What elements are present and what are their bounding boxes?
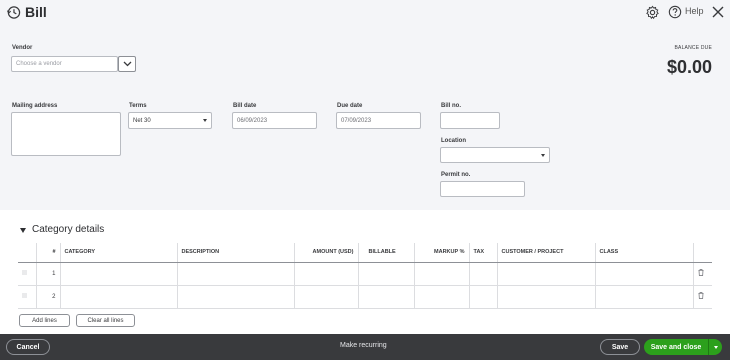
bill-date-label: Bill date <box>233 103 257 109</box>
delete-col-header <box>692 243 712 263</box>
add-lines-button[interactable]: Add lines <box>19 314 70 327</box>
make-recurring-link[interactable]: Make recurring <box>340 342 387 349</box>
bill-date-value: 06/09/2023 <box>237 117 268 124</box>
history-icon[interactable] <box>6 5 21 20</box>
cancel-button[interactable]: Cancel <box>6 339 50 355</box>
bill-date-input[interactable]: 06/09/2023 <box>232 112 317 129</box>
vendor-placeholder: Choose a vendor <box>16 61 62 67</box>
top-bar: Bill Help <box>0 0 730 28</box>
due-date-input[interactable]: 07/09/2023 <box>336 112 421 129</box>
terms-value: Net 30 <box>133 117 151 124</box>
permit-no-input[interactable] <box>440 181 525 197</box>
billable-cell[interactable] <box>357 285 414 309</box>
save-and-close-button[interactable]: Save and close <box>644 339 722 355</box>
column-header: AMOUNT (USD) <box>293 243 358 263</box>
vendor-input[interactable]: Choose a vendor <box>11 56 118 72</box>
caret-down-icon <box>541 154 545 157</box>
row-number: 2 <box>35 285 60 309</box>
drag-handle-icon[interactable] <box>22 293 27 298</box>
vendor-dropdown-button[interactable] <box>118 56 136 72</box>
clear-all-lines-button[interactable]: Clear all lines <box>76 314 135 327</box>
help-label[interactable]: Help <box>685 6 704 16</box>
table-row[interactable]: 1 <box>18 262 712 286</box>
chevron-down-icon <box>123 61 131 67</box>
caret-down-icon <box>203 119 207 122</box>
location-label: Location <box>441 138 466 144</box>
balance-due-value: $0.00 <box>666 57 712 77</box>
mailing-address-label: Mailing address <box>12 103 58 109</box>
tax-cell[interactable] <box>468 262 497 286</box>
category-details-title[interactable]: Category details <box>32 224 104 235</box>
vendor-label: Vendor <box>12 45 33 51</box>
gear-icon[interactable] <box>645 5 660 20</box>
category-table: # CATEGORY DESCRIPTION AMOUNT (USD) BILL… <box>18 243 712 309</box>
column-header: BILLABLE <box>357 243 414 263</box>
category-cell[interactable] <box>59 285 177 309</box>
trash-icon[interactable] <box>698 269 704 276</box>
collapse-triangle-icon[interactable] <box>20 228 26 233</box>
column-header: TAX <box>468 243 497 263</box>
save-options-dropdown[interactable] <box>709 345 722 349</box>
terms-label: Terms <box>129 103 147 109</box>
amount-cell[interactable] <box>293 285 358 309</box>
drag-handle-icon[interactable] <box>22 270 27 275</box>
page-title: Bill <box>25 4 47 20</box>
table-row[interactable]: 2 <box>18 285 712 309</box>
row-number: 1 <box>35 262 60 286</box>
footer-bar: Cancel Make recurring Save Save and clos… <box>0 334 730 360</box>
customer-project-cell[interactable] <box>496 262 595 286</box>
markup-cell[interactable] <box>413 262 469 286</box>
help-icon[interactable] <box>668 5 682 19</box>
trash-icon[interactable] <box>698 292 704 299</box>
table-header-row: # CATEGORY DESCRIPTION AMOUNT (USD) BILL… <box>18 243 712 263</box>
description-cell[interactable] <box>176 285 294 309</box>
column-header: CUSTOMER / PROJECT <box>496 243 595 263</box>
due-date-value: 07/09/2023 <box>341 117 372 124</box>
close-icon[interactable] <box>711 5 725 19</box>
customer-project-cell[interactable] <box>496 285 595 309</box>
class-cell[interactable] <box>594 285 693 309</box>
bill-no-input[interactable] <box>440 112 500 129</box>
location-select[interactable] <box>440 147 550 163</box>
due-date-label: Due date <box>337 103 363 109</box>
description-cell[interactable] <box>176 262 294 286</box>
class-cell[interactable] <box>594 262 693 286</box>
column-header: # <box>35 243 60 263</box>
balance-due-label: BALANCE DUE <box>674 45 712 51</box>
permit-no-label: Permit no. <box>441 172 471 178</box>
column-header: DESCRIPTION <box>176 243 294 263</box>
save-button[interactable]: Save <box>600 339 640 355</box>
column-header: MARKUP % <box>413 243 469 263</box>
drag-col-header <box>18 243 36 263</box>
category-details-section: Category details # CATEGORY DESCRIPTION … <box>0 210 730 334</box>
billable-cell[interactable] <box>357 262 414 286</box>
mailing-address-field[interactable] <box>11 112 121 156</box>
markup-cell[interactable] <box>413 285 469 309</box>
terms-select[interactable]: Net 30 <box>128 112 212 129</box>
column-header: CLASS <box>594 243 693 263</box>
column-header: CATEGORY <box>59 243 177 263</box>
category-cell[interactable] <box>59 262 177 286</box>
bill-no-label: Bill no. <box>441 103 461 109</box>
amount-cell[interactable] <box>293 262 358 286</box>
caret-down-icon <box>713 345 718 349</box>
tax-cell[interactable] <box>468 285 497 309</box>
save-and-close-label: Save and close <box>650 343 702 351</box>
